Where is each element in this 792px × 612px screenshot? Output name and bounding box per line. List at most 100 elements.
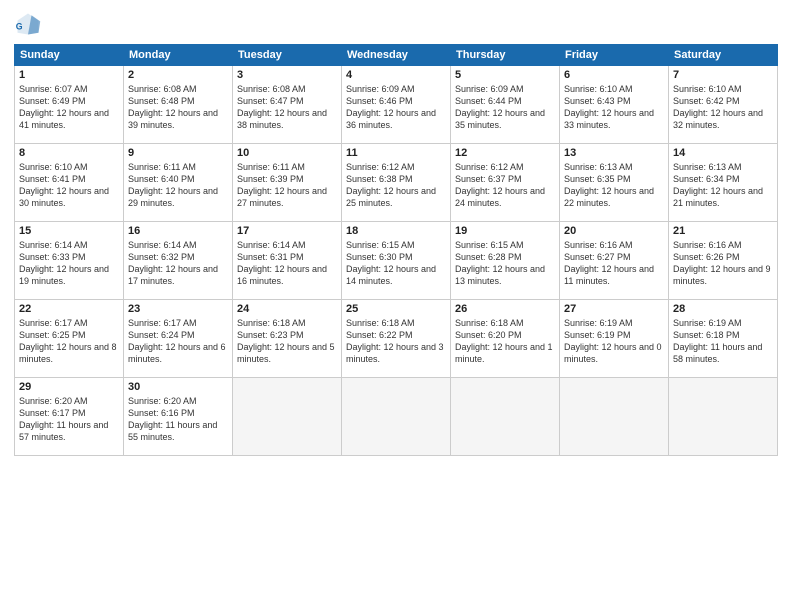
table-row: 24 Sunrise: 6:18 AMSunset: 6:23 PMDayligh…	[233, 300, 342, 378]
col-sunday: Sunday	[15, 45, 124, 66]
day-number: 15	[19, 225, 119, 237]
day-info: Sunrise: 6:14 AMSunset: 6:32 PMDaylight:…	[128, 239, 228, 288]
day-number: 22	[19, 303, 119, 315]
day-number: 17	[237, 225, 337, 237]
calendar-row: 8 Sunrise: 6:10 AMSunset: 6:41 PMDaylight…	[15, 144, 778, 222]
table-row: 22 Sunrise: 6:17 AMSunset: 6:25 PMDayligh…	[15, 300, 124, 378]
day-number: 20	[564, 225, 664, 237]
day-number: 29	[19, 381, 119, 393]
day-info: Sunrise: 6:18 AMSunset: 6:22 PMDaylight:…	[346, 317, 446, 366]
day-info: Sunrise: 6:17 AMSunset: 6:25 PMDaylight:…	[19, 317, 119, 366]
table-row: 3Sunrise: 6:08 AMSunset: 6:47 PMDaylight…	[233, 66, 342, 144]
day-number: 27	[564, 303, 664, 315]
table-row: 15 Sunrise: 6:14 AMSunset: 6:33 PMDayligh…	[15, 222, 124, 300]
table-row: 23 Sunrise: 6:17 AMSunset: 6:24 PMDayligh…	[124, 300, 233, 378]
day-info: Sunrise: 6:08 AMSunset: 6:47 PMDaylight:…	[237, 83, 337, 132]
table-row: 7 Sunrise: 6:10 AMSunset: 6:42 PMDaylight…	[669, 66, 778, 144]
table-row: 18 Sunrise: 6:15 AMSunset: 6:30 PMDayligh…	[342, 222, 451, 300]
table-row: 20 Sunrise: 6:16 AMSunset: 6:27 PMDayligh…	[560, 222, 669, 300]
day-info: Sunrise: 6:09 AMSunset: 6:44 PMDaylight:…	[455, 83, 555, 132]
day-number: 11	[346, 147, 446, 159]
table-row	[669, 378, 778, 456]
header-row: Sunday Monday Tuesday Wednesday Thursday…	[15, 45, 778, 66]
table-row: 6 Sunrise: 6:10 AMSunset: 6:43 PMDaylight…	[560, 66, 669, 144]
table-row: 21 Sunrise: 6:16 AMSunset: 6:26 PMDayligh…	[669, 222, 778, 300]
day-info: Sunrise: 6:19 AMSunset: 6:18 PMDaylight:…	[673, 317, 773, 366]
logo: G	[14, 10, 46, 38]
day-number: 28	[673, 303, 773, 315]
calendar-row: 29Sunrise: 6:20 AMSunset: 6:17 PMDayligh…	[15, 378, 778, 456]
day-number: 18	[346, 225, 446, 237]
day-number: 26	[455, 303, 555, 315]
day-info: Sunrise: 6:13 AMSunset: 6:34 PMDaylight:…	[673, 161, 773, 210]
day-info: Sunrise: 6:10 AMSunset: 6:43 PMDaylight:…	[564, 83, 664, 132]
day-info: Sunrise: 6:16 AMSunset: 6:27 PMDaylight:…	[564, 239, 664, 288]
table-row	[560, 378, 669, 456]
day-info: Sunrise: 6:11 AMSunset: 6:39 PMDaylight:…	[237, 161, 337, 210]
table-row: 13Sunrise: 6:13 AMSunset: 6:35 PMDayligh…	[560, 144, 669, 222]
day-info: Sunrise: 6:08 AMSunset: 6:48 PMDaylight:…	[128, 83, 228, 132]
day-number: 2	[128, 69, 228, 81]
table-row: 16 Sunrise: 6:14 AMSunset: 6:32 PMDayligh…	[124, 222, 233, 300]
table-row	[342, 378, 451, 456]
day-number: 6	[564, 69, 664, 81]
header: G	[14, 10, 778, 38]
day-number: 23	[128, 303, 228, 315]
day-number: 21	[673, 225, 773, 237]
day-info: Sunrise: 6:12 AMSunset: 6:37 PMDaylight:…	[455, 161, 555, 210]
col-friday: Friday	[560, 45, 669, 66]
calendar-row: 15 Sunrise: 6:14 AMSunset: 6:33 PMDayligh…	[15, 222, 778, 300]
day-info: Sunrise: 6:09 AMSunset: 6:46 PMDaylight:…	[346, 83, 446, 132]
day-number: 14	[673, 147, 773, 159]
day-info: Sunrise: 6:15 AMSunset: 6:28 PMDaylight:…	[455, 239, 555, 288]
table-row: 11 Sunrise: 6:12 AMSunset: 6:38 PMDayligh…	[342, 144, 451, 222]
day-info: Sunrise: 6:17 AMSunset: 6:24 PMDaylight:…	[128, 317, 228, 366]
day-number: 30	[128, 381, 228, 393]
day-number: 1	[19, 69, 119, 81]
day-info: Sunrise: 6:10 AMSunset: 6:42 PMDaylight:…	[673, 83, 773, 132]
day-info: Sunrise: 6:20 AMSunset: 6:16 PMDaylight:…	[128, 395, 228, 444]
day-info: Sunrise: 6:18 AMSunset: 6:23 PMDaylight:…	[237, 317, 337, 366]
table-row: 8 Sunrise: 6:10 AMSunset: 6:41 PMDaylight…	[15, 144, 124, 222]
table-row: 26 Sunrise: 6:18 AMSunset: 6:20 PMDayligh…	[451, 300, 560, 378]
day-number: 5	[455, 69, 555, 81]
table-row: 19 Sunrise: 6:15 AMSunset: 6:28 PMDayligh…	[451, 222, 560, 300]
table-row: 2 Sunrise: 6:08 AMSunset: 6:48 PMDaylight…	[124, 66, 233, 144]
table-row: 14 Sunrise: 6:13 AMSunset: 6:34 PMDayligh…	[669, 144, 778, 222]
table-row: 17 Sunrise: 6:14 AMSunset: 6:31 PMDayligh…	[233, 222, 342, 300]
table-row: 29Sunrise: 6:20 AMSunset: 6:17 PMDayligh…	[15, 378, 124, 456]
table-row	[451, 378, 560, 456]
table-row: 1Sunrise: 6:07 AMSunset: 6:49 PMDaylight…	[15, 66, 124, 144]
table-row: 27Sunrise: 6:19 AMSunset: 6:19 PMDayligh…	[560, 300, 669, 378]
col-tuesday: Tuesday	[233, 45, 342, 66]
day-number: 16	[128, 225, 228, 237]
table-row: 30 Sunrise: 6:20 AMSunset: 6:16 PMDayligh…	[124, 378, 233, 456]
day-info: Sunrise: 6:10 AMSunset: 6:41 PMDaylight:…	[19, 161, 119, 210]
table-row: 9 Sunrise: 6:11 AMSunset: 6:40 PMDaylight…	[124, 144, 233, 222]
calendar-table: Sunday Monday Tuesday Wednesday Thursday…	[14, 44, 778, 456]
day-info: Sunrise: 6:16 AMSunset: 6:26 PMDaylight:…	[673, 239, 773, 288]
day-info: Sunrise: 6:14 AMSunset: 6:31 PMDaylight:…	[237, 239, 337, 288]
day-info: Sunrise: 6:18 AMSunset: 6:20 PMDaylight:…	[455, 317, 555, 366]
day-number: 8	[19, 147, 119, 159]
table-row: 28 Sunrise: 6:19 AMSunset: 6:18 PMDayligh…	[669, 300, 778, 378]
col-monday: Monday	[124, 45, 233, 66]
day-number: 9	[128, 147, 228, 159]
day-info: Sunrise: 6:14 AMSunset: 6:33 PMDaylight:…	[19, 239, 119, 288]
day-number: 7	[673, 69, 773, 81]
day-number: 24	[237, 303, 337, 315]
table-row	[233, 378, 342, 456]
calendar-row: 22 Sunrise: 6:17 AMSunset: 6:25 PMDayligh…	[15, 300, 778, 378]
day-info: Sunrise: 6:15 AMSunset: 6:30 PMDaylight:…	[346, 239, 446, 288]
calendar-row: 1Sunrise: 6:07 AMSunset: 6:49 PMDaylight…	[15, 66, 778, 144]
logo-icon: G	[14, 10, 42, 38]
day-number: 13	[564, 147, 664, 159]
day-info: Sunrise: 6:12 AMSunset: 6:38 PMDaylight:…	[346, 161, 446, 210]
day-info: Sunrise: 6:11 AMSunset: 6:40 PMDaylight:…	[128, 161, 228, 210]
day-number: 19	[455, 225, 555, 237]
table-row: 25Sunrise: 6:18 AMSunset: 6:22 PMDayligh…	[342, 300, 451, 378]
table-row: 5 Sunrise: 6:09 AMSunset: 6:44 PMDaylight…	[451, 66, 560, 144]
col-saturday: Saturday	[669, 45, 778, 66]
col-wednesday: Wednesday	[342, 45, 451, 66]
day-number: 12	[455, 147, 555, 159]
